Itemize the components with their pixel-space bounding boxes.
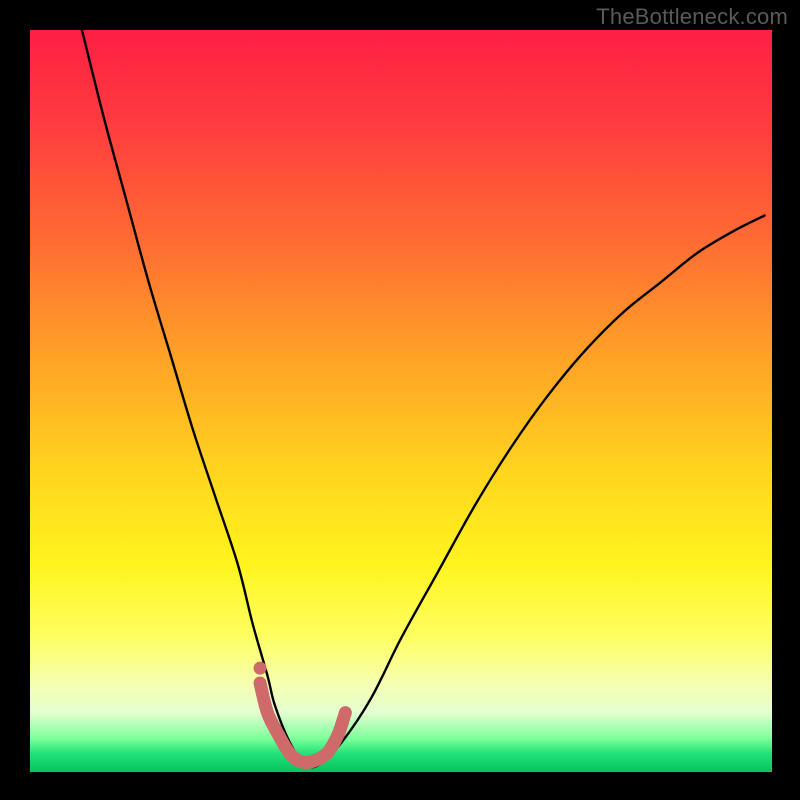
watermark-text: TheBottleneck.com (596, 4, 788, 30)
plot-background (30, 30, 772, 772)
bottleneck-chart (0, 0, 800, 800)
optimum-zone-dot (254, 662, 267, 675)
